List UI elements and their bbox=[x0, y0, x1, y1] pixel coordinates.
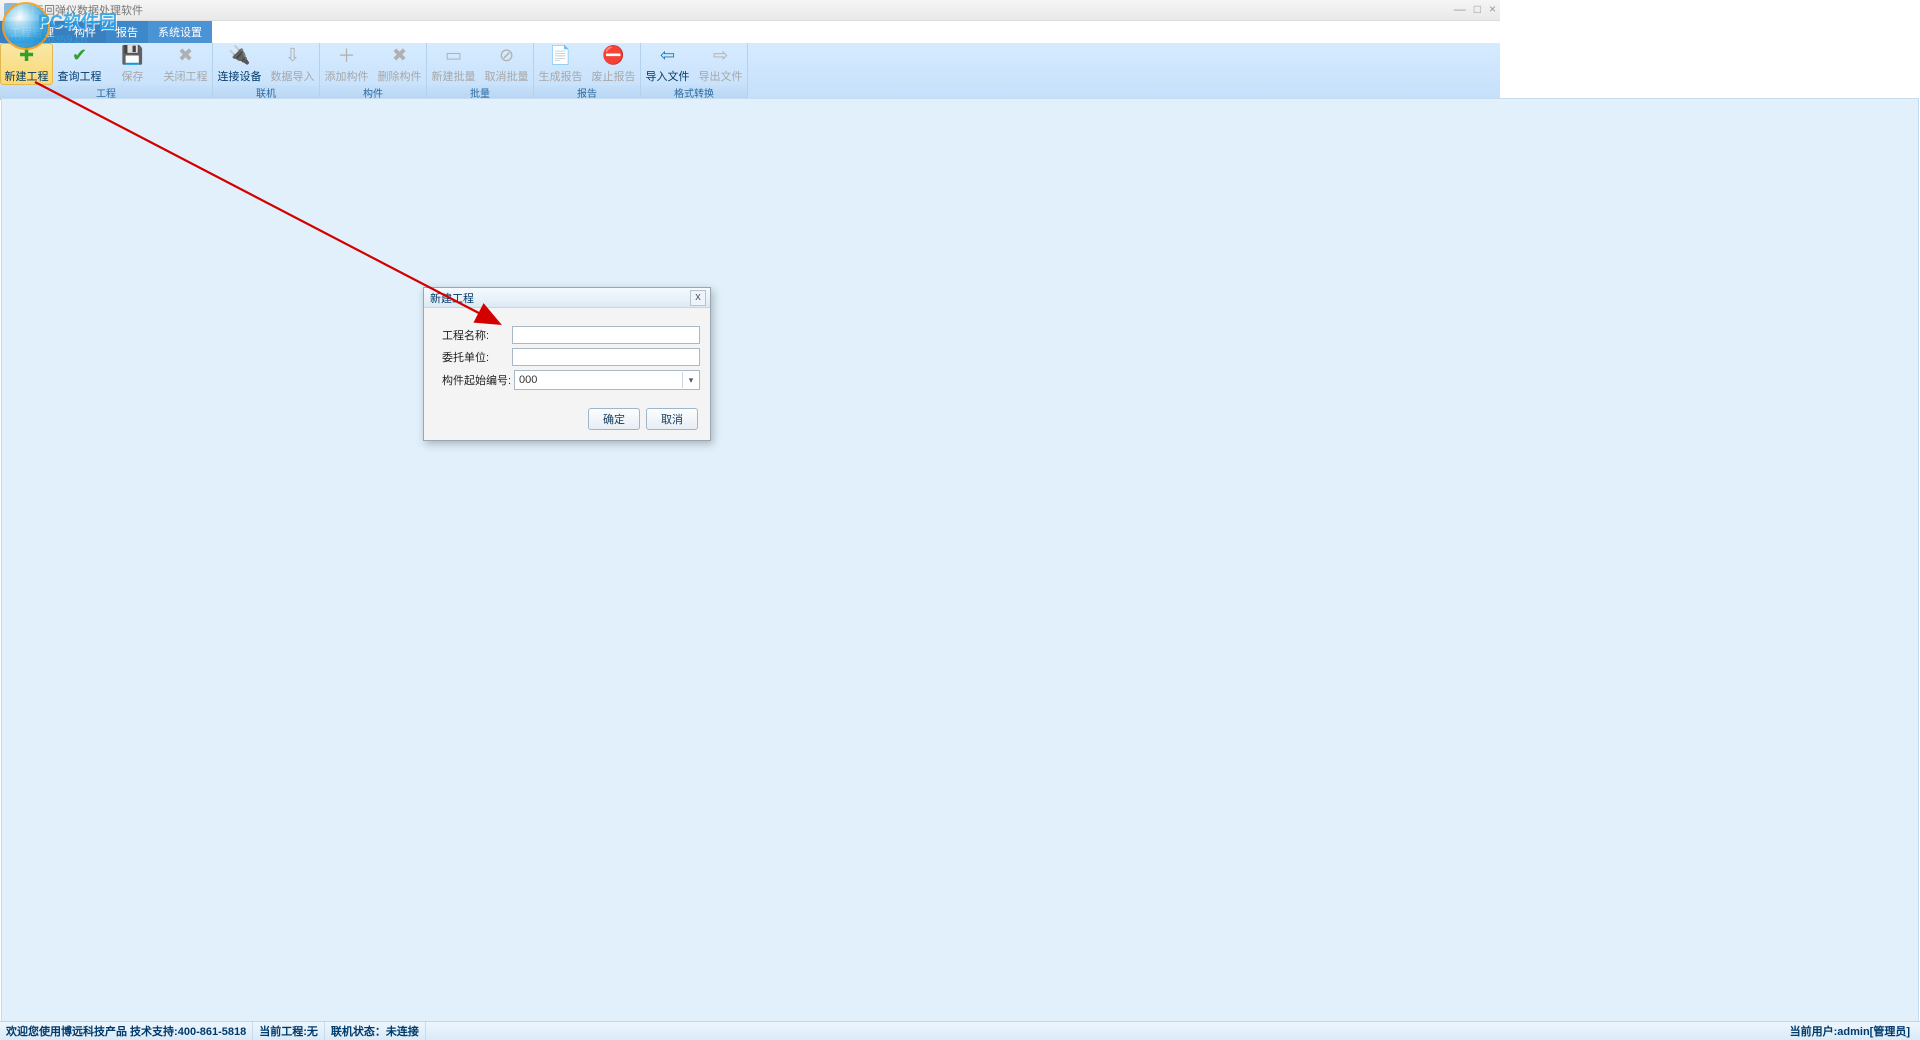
import-file-button[interactable]: ⇦ 导入文件 bbox=[641, 43, 694, 85]
workspace-area bbox=[1, 98, 1919, 1022]
window-buttons: — □ × bbox=[1454, 2, 1496, 16]
dialog-ok-button[interactable]: 确定 bbox=[588, 408, 640, 430]
import-data-button: ⇩ 数据导入 bbox=[266, 43, 319, 85]
status-bar: 欢迎您使用博远科技产品 技术支持:400-861-5818 当前工程: 无 联机… bbox=[0, 1021, 1920, 1040]
ribbon-group-批量: ▭ 新建批量 ⊘ 取消批量批量 bbox=[427, 43, 534, 99]
window-title: 博远回弹仪数据处理软件 bbox=[22, 2, 143, 18]
add-member-icon: ＋ bbox=[335, 44, 359, 66]
delete-member-button: ✖ 删除构件 bbox=[373, 43, 426, 85]
project-name-input[interactable] bbox=[512, 326, 700, 344]
save-icon: 💾 bbox=[121, 44, 145, 66]
new-project-dialog: 新建工程 x 工程名称: 委托单位: 构件起始编号: 000 ▾ 确定 取消 bbox=[423, 287, 711, 441]
ribbon-group-label: 联机 bbox=[213, 85, 319, 99]
new-project-icon: ✚ bbox=[15, 44, 39, 66]
window-titlebar: 博远回弹仪数据处理软件 — □ × bbox=[0, 0, 1500, 21]
close-project-button: ✖ 关闭工程 bbox=[159, 43, 212, 85]
chevron-down-icon: ▾ bbox=[682, 372, 699, 388]
ribbon-group-联机: 🔌 连接设备 ⇩ 数据导入联机 bbox=[213, 43, 320, 99]
window-close-button[interactable]: × bbox=[1489, 2, 1496, 16]
menu-project[interactable]: 工程管理 bbox=[0, 21, 64, 43]
start-no-label: 构件起始编号: bbox=[442, 372, 514, 388]
delete-member-icon: ✖ bbox=[388, 44, 412, 66]
ribbon-group-格式转换: ⇦ 导入文件 ⇨ 导出文件格式转换 bbox=[641, 43, 748, 99]
cancel-batch-icon: ⊘ bbox=[495, 44, 519, 66]
client-input[interactable] bbox=[512, 348, 700, 366]
menu-report[interactable]: 报告 bbox=[106, 21, 148, 43]
dialog-cancel-button[interactable]: 取消 bbox=[646, 408, 698, 430]
export-file-icon: ⇨ bbox=[709, 44, 733, 66]
dialog-titlebar[interactable]: 新建工程 x bbox=[424, 288, 710, 308]
connect-device-icon: 🔌 bbox=[228, 44, 252, 66]
new-batch-button: ▭ 新建批量 bbox=[427, 43, 480, 85]
connect-device-button[interactable]: 🔌 连接设备 bbox=[213, 43, 266, 85]
ribbon-group-label: 工程 bbox=[0, 85, 212, 99]
status-welcome: 欢迎您使用博远科技产品 技术支持:400-861-5818 bbox=[0, 1022, 253, 1040]
ribbon-group-label: 报告 bbox=[534, 85, 640, 99]
new-batch-label: 新建批量 bbox=[432, 68, 476, 84]
cancel-batch-label: 取消批量 bbox=[485, 68, 529, 84]
import-file-label: 导入文件 bbox=[646, 68, 690, 84]
import-file-icon: ⇦ bbox=[656, 44, 680, 66]
window-minimize-button[interactable]: — bbox=[1454, 2, 1466, 16]
menu-system[interactable]: 系统设置 bbox=[148, 21, 212, 43]
import-data-icon: ⇩ bbox=[281, 44, 305, 66]
ribbon-toolbar: ✚ 新建工程 ✔ 查询工程 💾 保存 ✖ 关闭工程工程 🔌 连接设备 ⇩ 数据导入联机 ＋ 添加构件 ✖ 删除… bbox=[0, 43, 1500, 100]
dialog-body: 工程名称: 委托单位: 构件起始编号: 000 ▾ bbox=[424, 308, 710, 400]
client-label: 委托单位: bbox=[442, 349, 512, 365]
start-no-value: 000 bbox=[519, 374, 537, 386]
query-project-label: 查询工程 bbox=[58, 68, 102, 84]
cancel-batch-button: ⊘ 取消批量 bbox=[480, 43, 533, 85]
new-batch-icon: ▭ bbox=[442, 44, 466, 66]
new-project-button[interactable]: ✚ 新建工程 bbox=[0, 43, 53, 85]
connect-device-label: 连接设备 bbox=[218, 68, 262, 84]
window-maximize-button[interactable]: □ bbox=[1474, 2, 1481, 16]
import-data-label: 数据导入 bbox=[271, 68, 315, 84]
ribbon-group-报告: 📄 生成报告 ⛔ 废止报告报告 bbox=[534, 43, 641, 99]
menu-bar: 工程管理 构件 报告 系统设置 bbox=[0, 21, 1500, 43]
gen-report-icon: 📄 bbox=[549, 44, 573, 66]
stop-report-label: 废止报告 bbox=[592, 68, 636, 84]
close-project-label: 关闭工程 bbox=[164, 68, 208, 84]
gen-report-label: 生成报告 bbox=[539, 68, 583, 84]
add-member-label: 添加构件 bbox=[325, 68, 369, 84]
add-member-button: ＋ 添加构件 bbox=[320, 43, 373, 85]
stop-report-button: ⛔ 废止报告 bbox=[587, 43, 640, 85]
query-project-icon: ✔ bbox=[68, 44, 92, 66]
ribbon-group-构件: ＋ 添加构件 ✖ 删除构件构件 bbox=[320, 43, 427, 99]
close-project-icon: ✖ bbox=[174, 44, 198, 66]
app-icon bbox=[4, 3, 18, 17]
dialog-title-text: 新建工程 bbox=[430, 290, 474, 306]
ribbon-group-工程: ✚ 新建工程 ✔ 查询工程 💾 保存 ✖ 关闭工程工程 bbox=[0, 43, 213, 99]
gen-report-button: 📄 生成报告 bbox=[534, 43, 587, 85]
export-file-button: ⇨ 导出文件 bbox=[694, 43, 747, 85]
delete-member-label: 删除构件 bbox=[378, 68, 422, 84]
dialog-close-button[interactable]: x bbox=[690, 290, 706, 306]
status-user: 当前用户:admin[管理员] bbox=[1790, 1023, 1920, 1039]
ribbon-group-label: 批量 bbox=[427, 85, 533, 99]
project-name-label: 工程名称: bbox=[442, 327, 512, 343]
ribbon-group-label: 构件 bbox=[320, 85, 426, 99]
menu-member[interactable]: 构件 bbox=[64, 21, 106, 43]
save-label: 保存 bbox=[122, 68, 144, 84]
query-project-button[interactable]: ✔ 查询工程 bbox=[53, 43, 106, 85]
start-no-combo[interactable]: 000 ▾ bbox=[514, 370, 700, 390]
status-connection: 联机状态： 未连接 bbox=[325, 1022, 426, 1040]
export-file-label: 导出文件 bbox=[699, 68, 743, 84]
save-button: 💾 保存 bbox=[106, 43, 159, 85]
stop-report-icon: ⛔ bbox=[602, 44, 626, 66]
new-project-label: 新建工程 bbox=[5, 68, 49, 84]
status-project: 当前工程: 无 bbox=[253, 1022, 325, 1040]
ribbon-group-label: 格式转换 bbox=[641, 85, 747, 99]
